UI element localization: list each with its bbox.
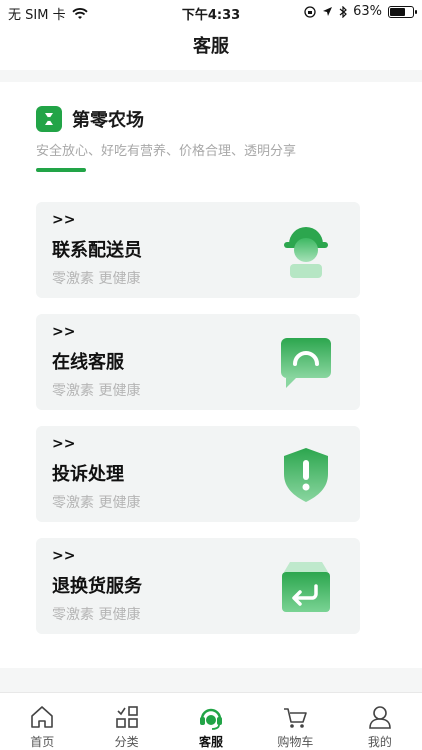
main-content: 第零农场 安全放心、好吃有营养、价格合理、透明分享 >> 联系配送员 零激素 更…: [0, 82, 422, 668]
card-desc: 零激素 更健康: [52, 383, 141, 399]
card-returns[interactable]: >> 退换货服务 零激素 更健康: [36, 538, 360, 634]
tab-label: 分类: [114, 735, 139, 749]
card-desc: 零激素 更健康: [52, 495, 141, 511]
card-title: 在线客服: [52, 352, 124, 373]
card-online-service[interactable]: >> 在线客服 零激素 更健康: [36, 314, 360, 410]
tab-label: 客服: [199, 735, 224, 749]
card-title: 投诉处理: [52, 464, 124, 485]
bluetooth-icon: [339, 5, 347, 18]
tab-label: 购物车: [277, 735, 314, 749]
tab-label: 首页: [30, 735, 55, 749]
brand-name: 第零农场: [72, 110, 144, 131]
tab-cart[interactable]: 购物车: [253, 693, 337, 750]
chat-bubble-icon: [281, 338, 331, 388]
tab-service[interactable]: 客服: [169, 693, 253, 750]
status-bar: 无 SIM 卡 下午4:33 63%: [0, 0, 422, 24]
brand-underline: [36, 168, 86, 172]
orientation-lock-icon: [304, 5, 316, 18]
cart-icon: [284, 708, 308, 728]
nav-bar: 客服: [0, 24, 422, 70]
chevron-label: >>: [52, 212, 76, 228]
card-title: 联系配送员: [52, 240, 142, 261]
shield-alert-icon: [284, 448, 328, 502]
user-icon: [369, 706, 391, 729]
headset-icon: [200, 708, 223, 730]
card-title: 退换货服务: [52, 576, 142, 597]
home-icon: [31, 706, 54, 728]
tab-label: 我的: [367, 735, 392, 749]
tab-bar: 首页 分类 客服 购物车 我的: [0, 692, 422, 750]
location-arrow-icon: [323, 7, 333, 16]
chevron-label: >>: [52, 324, 76, 340]
brand-header: 第零农场: [36, 106, 144, 132]
brand-tagline: 安全放心、好吃有营养、价格合理、透明分享: [36, 144, 297, 159]
delivery-person-icon: [284, 227, 328, 278]
chevron-label: >>: [52, 436, 76, 452]
status-right: 63%: [304, 4, 417, 19]
tab-home[interactable]: 首页: [0, 693, 84, 750]
battery-percent: 63%: [353, 4, 382, 19]
card-desc: 零激素 更健康: [52, 271, 141, 287]
tab-mine[interactable]: 我的: [338, 693, 422, 750]
category-grid-icon: [115, 706, 138, 728]
return-box-icon: [282, 562, 330, 612]
card-complaint[interactable]: >> 投诉处理 零激素 更健康: [36, 426, 360, 522]
tab-category[interactable]: 分类: [84, 693, 168, 750]
battery-fill: [390, 7, 406, 16]
chevron-label: >>: [52, 548, 76, 564]
page-title: 客服: [193, 36, 229, 57]
card-contact-courier[interactable]: >> 联系配送员 零激素 更健康: [36, 202, 360, 298]
battery-icon: [388, 5, 417, 18]
brand-logo-icon: [36, 106, 62, 132]
card-desc: 零激素 更健康: [52, 607, 141, 623]
